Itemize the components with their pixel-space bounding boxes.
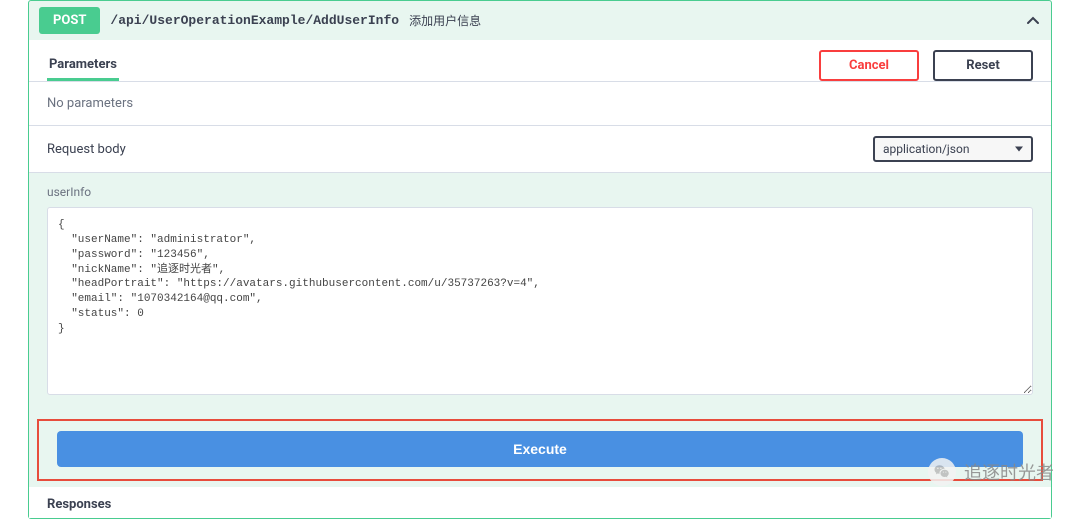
cancel-button[interactable]: Cancel (819, 50, 919, 81)
api-operation-panel: POST /api/UserOperationExample/AddUserIn… (28, 0, 1052, 519)
http-method-badge: POST (39, 7, 100, 34)
content-type-select[interactable]: application/json (873, 136, 1033, 162)
body-param-name: userInfo (47, 185, 1033, 199)
responses-label: Responses (29, 487, 1051, 518)
tab-parameters[interactable]: Parameters (47, 51, 119, 81)
request-body-textarea[interactable] (47, 207, 1033, 395)
api-path: /api/UserOperationExample/AddUserInfo (110, 13, 399, 28)
parameters-header: Parameters Cancel Reset (29, 40, 1051, 81)
operation-summary-row[interactable]: POST /api/UserOperationExample/AddUserIn… (29, 1, 1051, 40)
no-parameters-text: No parameters (29, 82, 1051, 125)
request-body-section: userInfo (29, 173, 1051, 413)
execute-button[interactable]: Execute (57, 431, 1023, 467)
reset-button[interactable]: Reset (933, 50, 1033, 81)
chevron-up-icon[interactable] (1025, 13, 1041, 29)
request-body-label: Request body (47, 142, 126, 157)
request-body-header: Request body application/json (29, 126, 1051, 172)
api-description: 添加用户信息 (409, 12, 481, 29)
execute-highlight: Execute (37, 419, 1043, 481)
